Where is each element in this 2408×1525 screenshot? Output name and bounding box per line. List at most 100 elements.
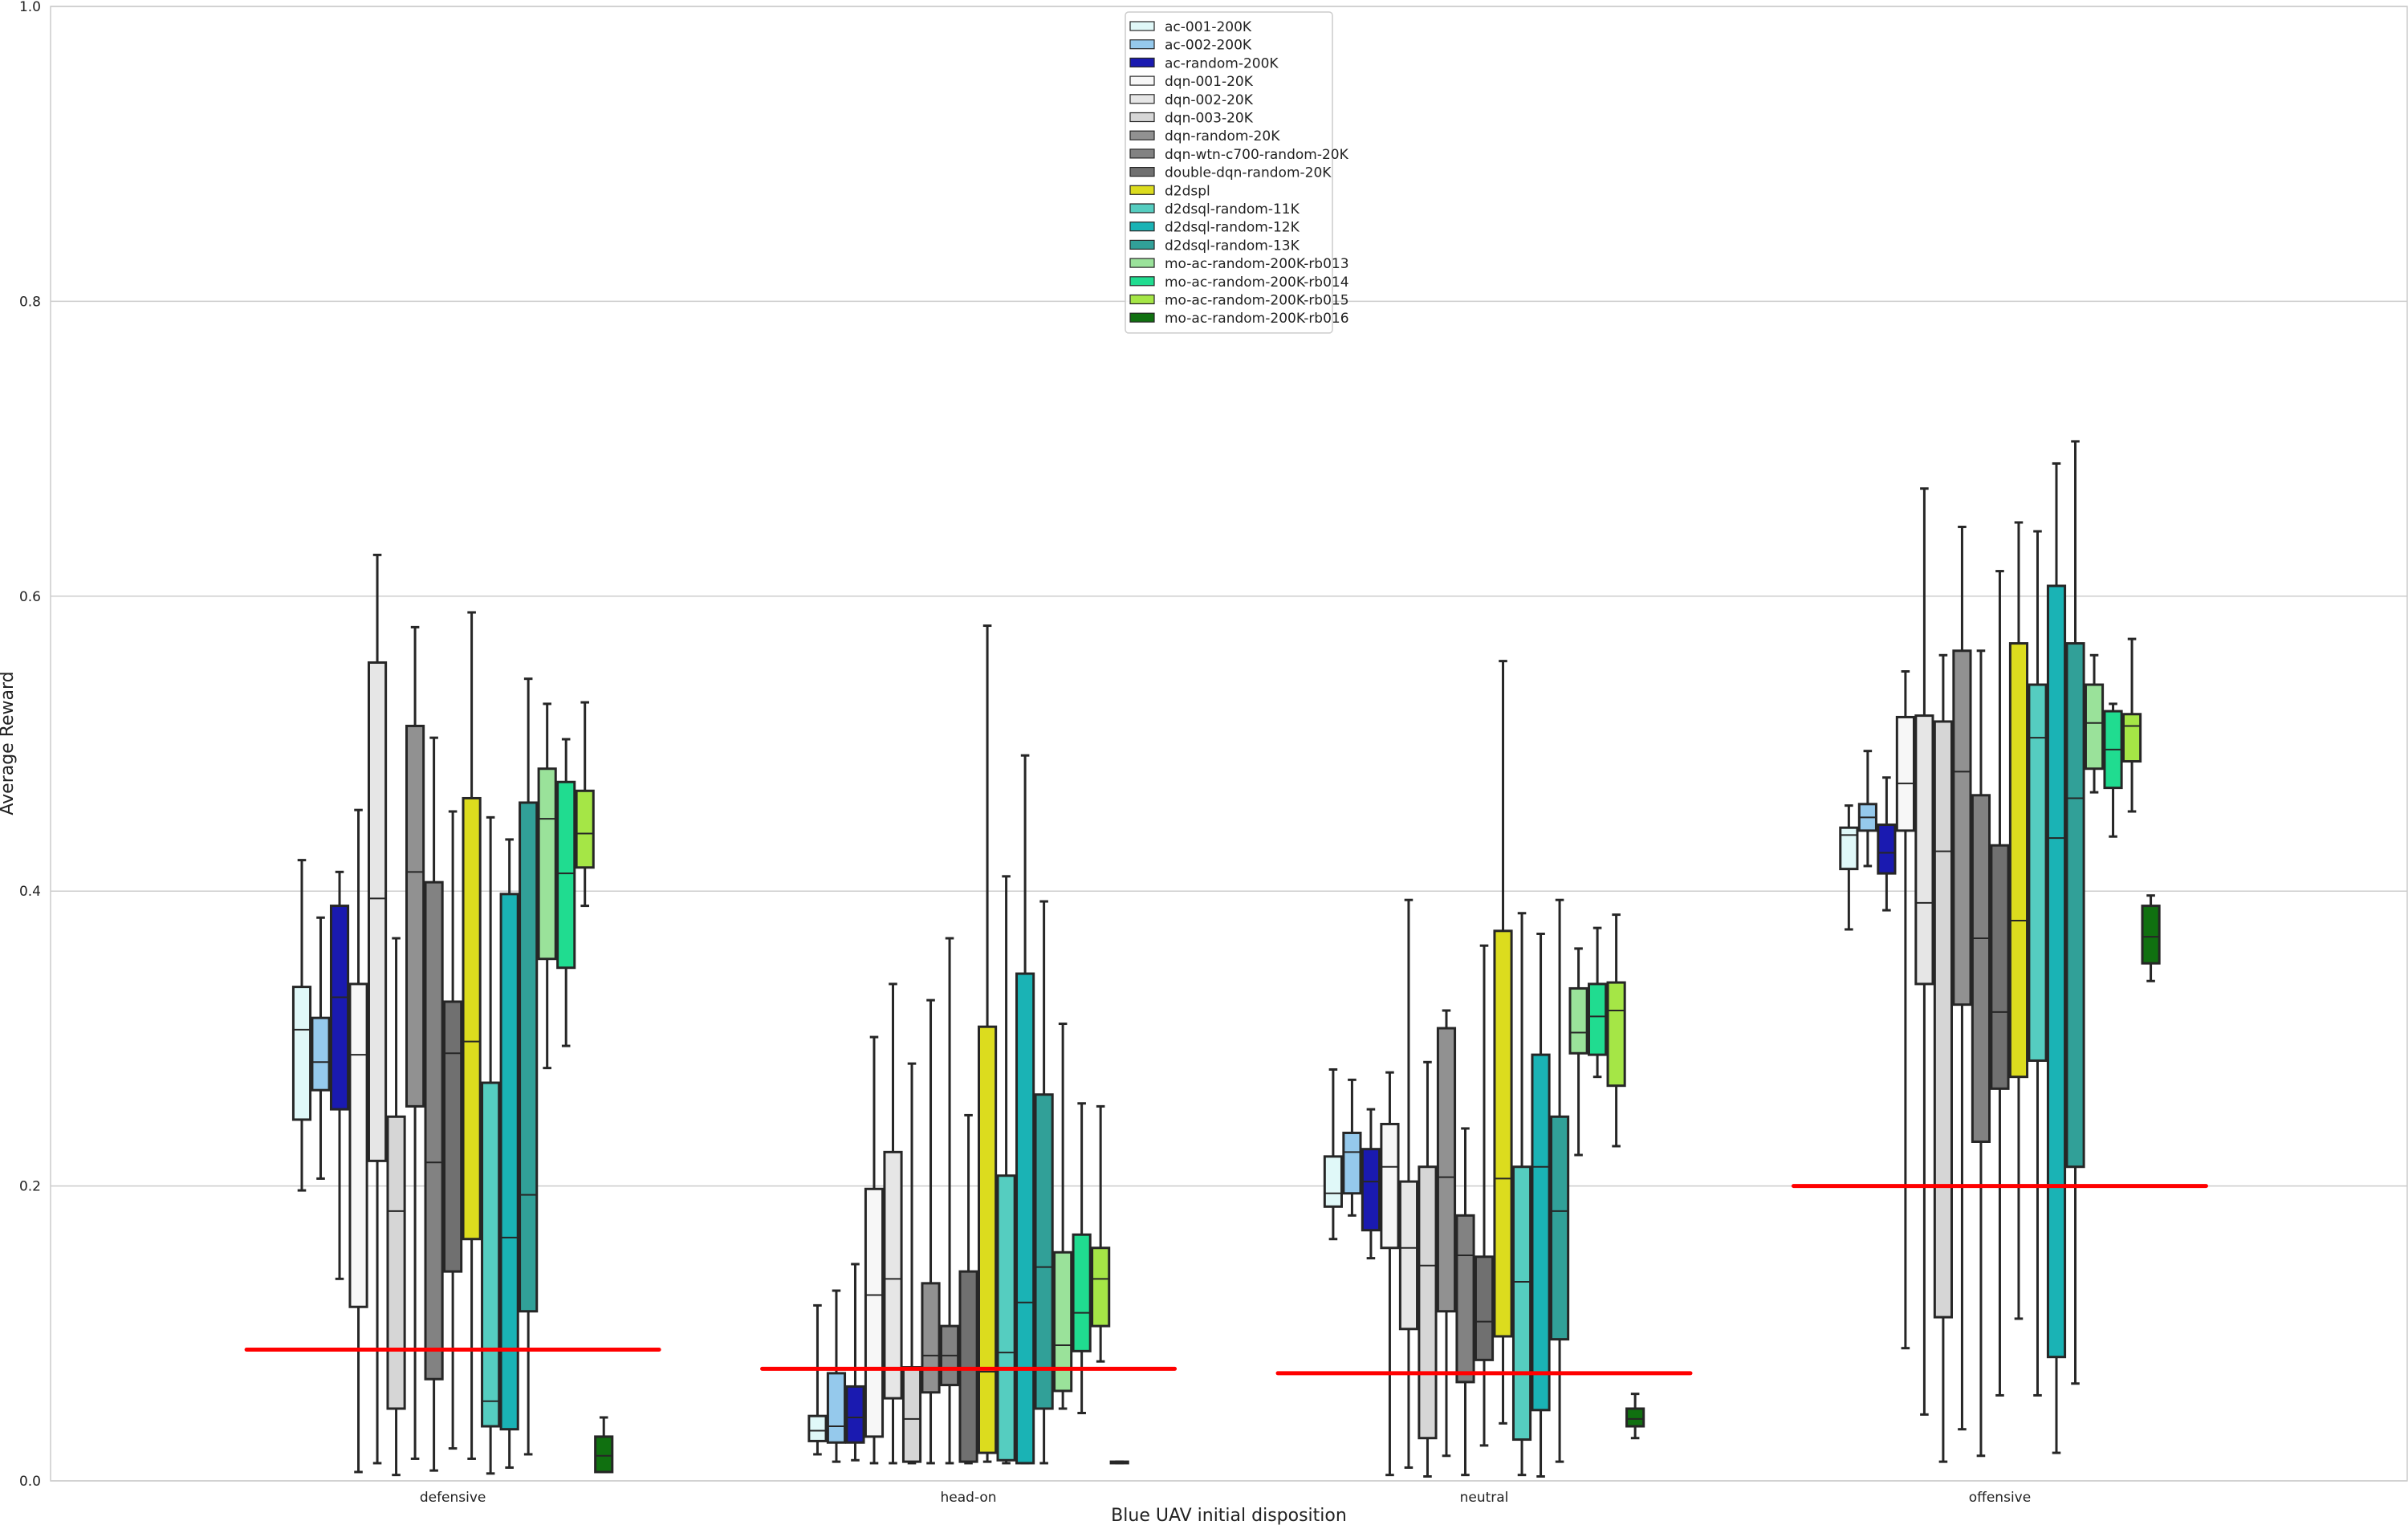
box-iqr xyxy=(1418,1165,1438,1440)
box-mo-ac-random-200K-rb016-offensive xyxy=(2141,894,2161,982)
box-dqn-001-20K-offensive xyxy=(1895,669,1915,1350)
box-iqr xyxy=(329,905,350,1111)
box-dqn-wtn-c700-random-20K-defensive xyxy=(424,736,444,1472)
box-d2dsql-random-13K-offensive xyxy=(2065,440,2085,1385)
box-ac-002-200K-defensive xyxy=(311,916,331,1180)
box-ac-random-200K-neutral xyxy=(1361,1108,1381,1260)
box-iqr xyxy=(1342,1131,1362,1195)
x-axis-label: Blue UAV initial disposition xyxy=(1111,1506,1347,1525)
box-d2dsql-random-11K-head-on xyxy=(996,875,1016,1465)
legend-swatch xyxy=(1129,39,1155,50)
box-d2dsql-random-13K-defensive xyxy=(519,677,539,1456)
box-dqn-002-20K-neutral xyxy=(1398,898,1419,1469)
box-iqr xyxy=(977,1025,998,1454)
legend-label: ac-002-200K xyxy=(1165,38,1252,54)
y-tick-label: 0.2 xyxy=(19,1179,41,1195)
box-ac-001-200K-head-on xyxy=(807,1303,828,1456)
box-ac-001-200K-defensive xyxy=(291,859,312,1192)
box-d2dsql-random-13K-neutral xyxy=(1549,898,1570,1463)
box-iqr xyxy=(2046,584,2067,1359)
box-iqr xyxy=(1839,826,1859,871)
legend-label: dqn-002-20K xyxy=(1165,92,1254,108)
box-dqn-002-20K-defensive xyxy=(367,553,388,1465)
box-iqr xyxy=(826,1372,847,1444)
legend-swatch xyxy=(1129,258,1155,268)
box-iqr xyxy=(2028,683,2048,1062)
box-iqr xyxy=(386,1115,406,1410)
box-iqr xyxy=(575,789,595,869)
box-mo-ac-random-200K-rb016-head-on xyxy=(1109,1460,1129,1465)
box-iqr xyxy=(1933,720,1954,1319)
box-iqr xyxy=(958,1270,978,1463)
box-mo-ac-random-200K-rb015-neutral xyxy=(1606,913,1626,1148)
box-iqr xyxy=(594,1435,614,1474)
box-double-dqn-random-20K-neutral xyxy=(1474,944,1495,1447)
box-dqn-003-20K-head-on xyxy=(901,1062,922,1465)
box-iqr xyxy=(1990,844,2010,1090)
legend-label: mo-ac-random-200K-rb016 xyxy=(1165,311,1349,327)
legend-swatch xyxy=(1129,203,1155,214)
legend-swatch xyxy=(1129,112,1155,123)
box-d2dspl-defensive xyxy=(462,611,482,1460)
box-iqr xyxy=(1474,1255,1495,1361)
box-iqr xyxy=(1493,929,1513,1338)
box-d2dsql-random-12K-offensive xyxy=(2046,462,2067,1454)
box-d2dsql-random-12K-head-on xyxy=(1015,754,1035,1465)
box-d2dsql-random-12K-neutral xyxy=(1531,932,1551,1478)
legend-label: d2dsql-random-13K xyxy=(1165,238,1300,254)
y-tick-label: 0.0 xyxy=(19,1474,41,1490)
box-iqr xyxy=(1072,1233,1092,1352)
legend-label: dqn-wtn-c700-random-20K xyxy=(1165,147,1349,163)
y-tick-label: 0.8 xyxy=(19,294,41,310)
legend-label: d2dspl xyxy=(1165,183,1210,199)
box-dqn-001-20K-neutral xyxy=(1380,1071,1400,1477)
legend-label: d2dsql-random-12K xyxy=(1165,220,1300,236)
box-iqr xyxy=(1398,1180,1419,1331)
box-mo-ac-random-200K-rb015-offensive xyxy=(2121,637,2142,813)
box-iqr xyxy=(1625,1407,1645,1428)
box-mo-ac-random-200K-rb013-head-on xyxy=(1053,1023,1073,1410)
box-plot-chart: 0.0 0.2 0.4 0.6 0.8 1.0 defensive head-on neutr… xyxy=(0,0,2408,1525)
box-iqr xyxy=(1511,1165,1532,1442)
legend-swatch xyxy=(1129,239,1155,250)
box-iqr xyxy=(1568,986,1588,1055)
box-mo-ac-random-200K-rb015-defensive xyxy=(575,701,595,908)
box-dqn-003-20K-offensive xyxy=(1933,653,1954,1463)
box-iqr xyxy=(2008,642,2029,1079)
y-tick-label: 1.0 xyxy=(19,0,41,15)
box-ac-002-200K-offensive xyxy=(1857,750,1877,868)
y-axis-label: Average Reward xyxy=(0,671,18,815)
box-iqr xyxy=(1323,1155,1343,1208)
box-iqr xyxy=(1015,972,1035,1465)
box-dqn-wtn-c700-random-20K-head-on xyxy=(939,937,960,1465)
box-iqr xyxy=(883,1150,903,1400)
legend-swatch xyxy=(1129,167,1155,177)
legend-label: dqn-random-20K xyxy=(1165,128,1280,144)
box-iqr xyxy=(1361,1148,1381,1232)
box-iqr xyxy=(996,1174,1016,1462)
box-iqr xyxy=(864,1187,885,1438)
box-iqr xyxy=(2084,683,2105,771)
legend-label: double-dqn-random-20K xyxy=(1165,165,1332,181)
x-tick-label: offensive xyxy=(1969,1490,2031,1506)
box-dqn-001-20K-defensive xyxy=(348,808,368,1474)
box-iqr xyxy=(1606,981,1626,1088)
box-ac-random-200K-offensive xyxy=(1877,776,1897,912)
box-iqr xyxy=(348,982,368,1308)
legend-swatch xyxy=(1129,276,1155,287)
box-mo-ac-random-200K-rb016-neutral xyxy=(1625,1393,1645,1440)
box-dqn-003-20K-defensive xyxy=(386,937,406,1477)
box-iqr xyxy=(1588,982,1608,1056)
legend-label: ac-random-200K xyxy=(1165,55,1279,71)
box-d2dspl-head-on xyxy=(977,624,998,1463)
box-d2dsql-random-11K-neutral xyxy=(1511,912,1532,1477)
box-iqr xyxy=(1549,1115,1570,1341)
box-ac-random-200K-head-on xyxy=(845,1263,865,1462)
x-tick-label: defensive xyxy=(420,1490,486,1506)
x-tick-label: neutral xyxy=(1460,1490,1509,1506)
box-iqr xyxy=(519,801,539,1313)
reference-lines xyxy=(244,1184,2208,1376)
box-dqn-random-20K-head-on xyxy=(921,998,941,1465)
box-mo-ac-random-200K-rb014-neutral xyxy=(1588,926,1608,1079)
box-dqn-random-20K-defensive xyxy=(405,625,425,1460)
